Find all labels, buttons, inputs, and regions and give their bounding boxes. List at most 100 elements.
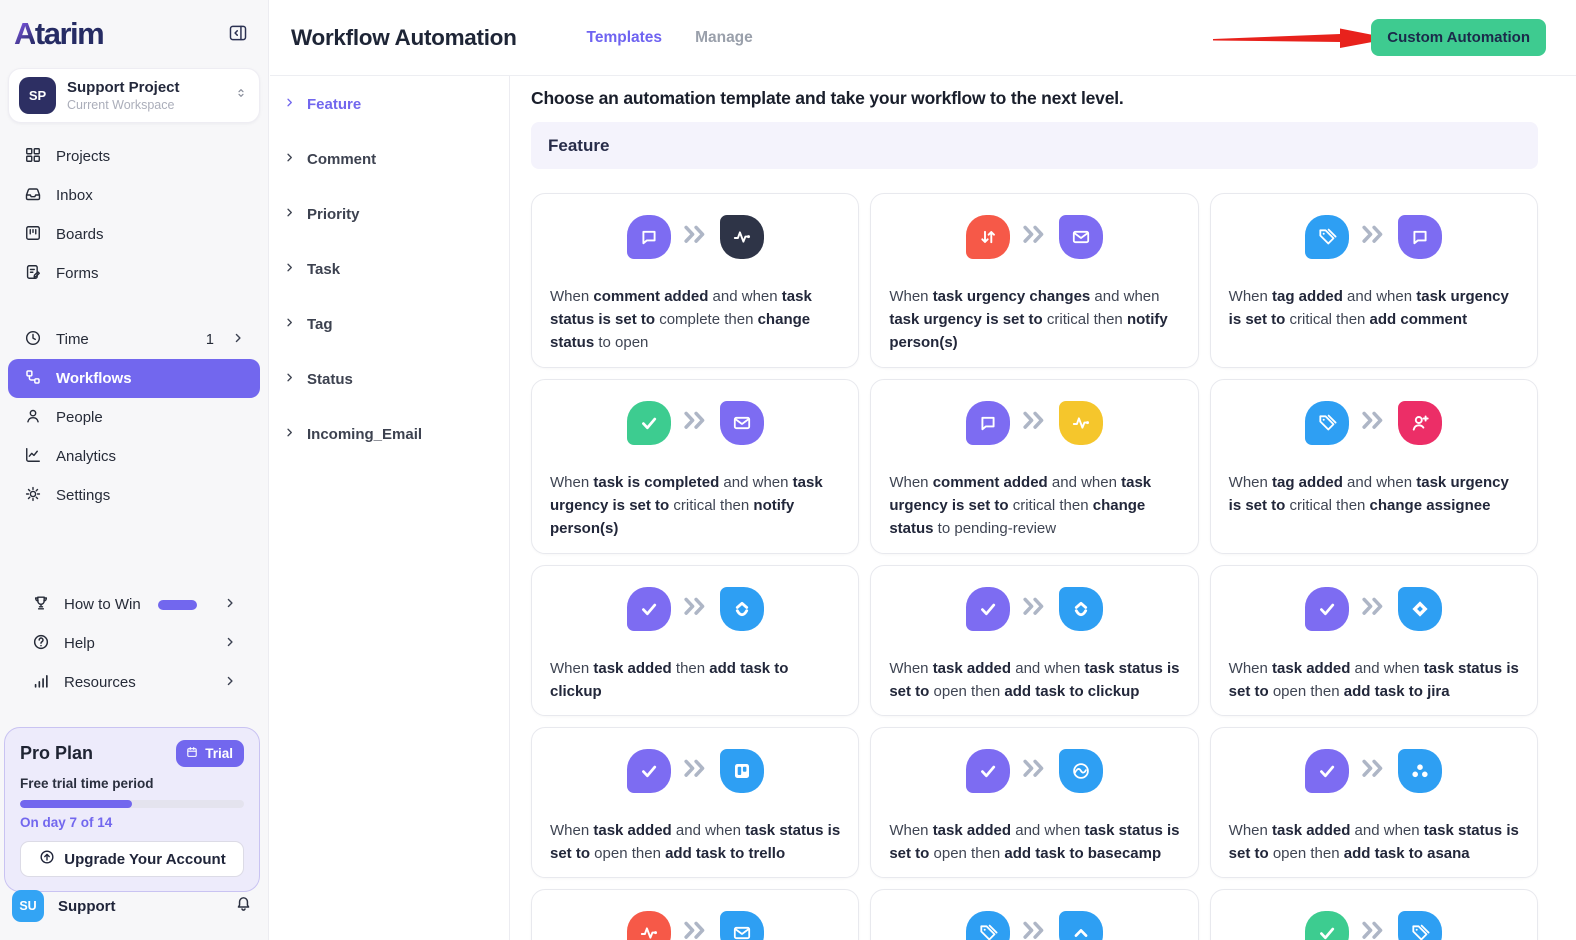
tab-manage[interactable]: Manage <box>695 29 753 47</box>
collapse-sidebar-icon[interactable] <box>226 22 250 46</box>
sidebar-item-analytics[interactable]: Analytics <box>8 437 260 476</box>
card-description: When task added and when task status is … <box>871 819 1197 865</box>
comment-icon <box>627 215 671 259</box>
sidebar-item-label: People <box>56 409 245 426</box>
sidebar-item-help[interactable]: Help <box>16 624 252 663</box>
double-chevron-icon <box>1360 410 1387 436</box>
gear-icon <box>23 484 43 508</box>
check-icon <box>627 587 671 631</box>
mail-icon <box>720 401 764 445</box>
chevron-right-icon <box>231 331 245 349</box>
automation-template-card[interactable]: When task added and when task status is … <box>870 565 1198 716</box>
category-task[interactable]: Task <box>270 242 509 297</box>
automation-template-card[interactable]: When task urgency changes and when task … <box>870 193 1198 368</box>
sidebar-secondary-nav: How to Win Help Resources <box>8 585 260 702</box>
check-icon <box>627 749 671 793</box>
double-chevron-icon <box>1021 224 1048 250</box>
topbar: Workflow Automation TemplatesManage Cust… <box>270 0 1576 76</box>
check-icon <box>1305 587 1349 631</box>
category-label: Incoming_Email <box>307 426 422 443</box>
sidebar-item-label: Resources <box>64 674 210 691</box>
section-header-feature: Feature <box>531 122 1538 169</box>
tab-bar: Templates Manage <box>587 29 753 47</box>
category-tag[interactable]: Tag <box>270 297 509 352</box>
card-description: When task is completed and when task urg… <box>532 471 858 540</box>
sidebar-item-label: Boards <box>56 226 245 243</box>
chevron-right-icon <box>223 674 237 692</box>
sidebar-item-forms[interactable]: Forms <box>8 254 260 293</box>
check-icon <box>627 401 671 445</box>
category-label: Feature <box>307 96 361 113</box>
forms-icon <box>23 262 43 286</box>
automation-template-card[interactable]: When task added and when task status is … <box>1210 565 1538 716</box>
double-chevron-icon <box>1360 920 1387 940</box>
automation-template-card[interactable] <box>870 889 1198 940</box>
basecamp-icon <box>1059 749 1103 793</box>
card-description: When task added then add task to clickup <box>532 657 858 703</box>
category-priority[interactable]: Priority <box>270 187 509 242</box>
category-feature[interactable]: Feature <box>270 77 509 132</box>
card-icons <box>1211 215 1537 259</box>
bell-icon[interactable] <box>233 893 254 919</box>
tag-icon <box>966 911 1010 940</box>
automation-template-card[interactable] <box>531 889 859 940</box>
double-chevron-icon <box>1360 224 1387 250</box>
help-icon <box>31 632 51 656</box>
templates-area: Choose an automation template and take y… <box>510 76 1576 940</box>
automation-template-card[interactable]: When task added and when task status is … <box>531 727 859 878</box>
analytics-icon <box>23 445 43 469</box>
mail-icon <box>720 911 764 940</box>
card-icons <box>532 749 858 793</box>
card-description: When tag added and when task urgency is … <box>1211 471 1537 517</box>
clickup-icon <box>720 587 764 631</box>
trial-progress-label: On day 7 of 14 <box>20 815 244 830</box>
automation-template-card[interactable]: When comment added and when task urgency… <box>870 379 1198 554</box>
tag-icon <box>1305 401 1349 445</box>
sidebar-item-how-to-win[interactable]: How to Win <box>16 585 252 624</box>
check-icon <box>966 587 1010 631</box>
support-user-row[interactable]: SU Support <box>12 890 254 922</box>
sidebar-item-boards[interactable]: Boards <box>8 215 260 254</box>
chevron-right-icon <box>283 371 296 388</box>
check-icon <box>966 749 1010 793</box>
sidebar-item-label: Forms <box>56 265 245 282</box>
card-description: When task urgency changes and when task … <box>871 285 1197 354</box>
sidebar-item-label: How to Win <box>64 596 141 613</box>
atarim-logo: Atarim <box>14 16 103 52</box>
automation-template-card[interactable]: When task added and when task status is … <box>1210 727 1538 878</box>
automation-template-card[interactable]: When task is completed and when task urg… <box>531 379 859 554</box>
custom-automation-button[interactable]: Custom Automation <box>1371 19 1546 56</box>
category-label: Comment <box>307 151 376 168</box>
category-comment[interactable]: Comment <box>270 132 509 187</box>
chevron-right-icon <box>283 316 296 333</box>
sidebar-item-label: Analytics <box>56 448 245 465</box>
automation-template-card[interactable]: When tag added and when task urgency is … <box>1210 379 1538 554</box>
workspace-selector[interactable]: SP Support Project Current Workspace <box>8 68 260 123</box>
automation-template-card[interactable] <box>1210 889 1538 940</box>
sidebar-item-inbox[interactable]: Inbox <box>8 176 260 215</box>
category-label: Status <box>307 371 353 388</box>
sidebar-item-people[interactable]: People <box>8 398 260 437</box>
sidebar-item-time[interactable]: Time1 <box>8 320 260 359</box>
category-status[interactable]: Status <box>270 352 509 407</box>
automation-template-card[interactable]: When task added and when task status is … <box>870 727 1198 878</box>
card-description: When task added and when task status is … <box>871 657 1197 703</box>
sidebar-item-resources[interactable]: Resources <box>16 663 252 702</box>
tab-templates[interactable]: Templates <box>587 29 663 47</box>
chevron-right-icon <box>283 151 296 168</box>
workspace-subtitle: Current Workspace <box>67 98 222 112</box>
chevron-right-icon <box>283 261 296 278</box>
card-description: When task added and when task status is … <box>1211 657 1537 703</box>
sidebar-item-workflows[interactable]: Workflows <box>8 359 260 398</box>
chevron-right-icon <box>283 426 296 443</box>
double-chevron-icon <box>1021 410 1048 436</box>
time-count-badge: 1 <box>206 332 214 348</box>
upgrade-account-button[interactable]: Upgrade Your Account <box>20 841 244 877</box>
automation-template-card[interactable]: When comment added and when task status … <box>531 193 859 368</box>
automation-template-card[interactable]: When task added then add task to clickup <box>531 565 859 716</box>
comment-icon <box>1398 215 1442 259</box>
sidebar-item-settings[interactable]: Settings <box>8 476 260 515</box>
automation-template-card[interactable]: When tag added and when task urgency is … <box>1210 193 1538 368</box>
category-incoming_email[interactable]: Incoming_Email <box>270 407 509 462</box>
sidebar-item-projects[interactable]: Projects <box>8 137 260 176</box>
